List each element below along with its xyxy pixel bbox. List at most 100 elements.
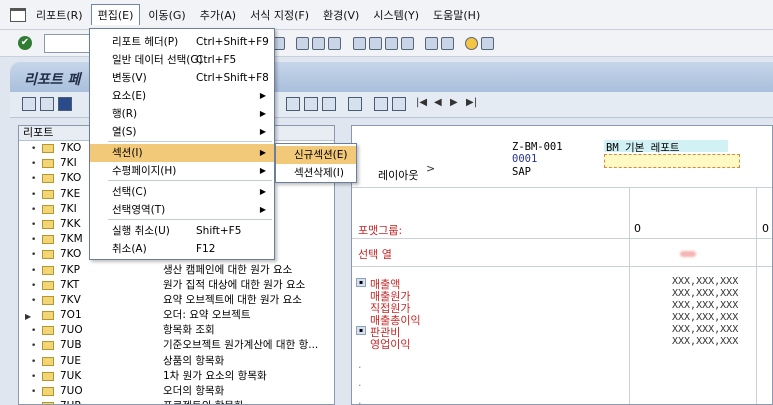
menu-extras[interactable]: 추가(A) <box>194 5 242 25</box>
tree-row[interactable]: ▶ 7O1 오더: 요약 오브젝트 <box>19 308 334 323</box>
menu-item-label: 변동(V) <box>112 72 147 84</box>
row-marker-icon[interactable]: ▪ <box>356 326 366 335</box>
edit-menu-item[interactable]: 리포트 헤더(P) Ctrl+Shift+F9 <box>90 33 274 51</box>
tree-row[interactable]: • 7UB 기준오브젝트 원가계산에 대한 항... <box>19 338 334 353</box>
edit-menu-item[interactable]: 선택영역(T) ▶ <box>90 201 274 219</box>
report-row-value: XXX,XXX,XXX <box>672 300 739 311</box>
folder-icon <box>42 189 54 199</box>
tree-row-code: 7KI <box>60 202 77 215</box>
menu-item-shortcut: Shift+F5 <box>196 225 242 237</box>
folder-icon <box>42 387 54 396</box>
last-page-icon[interactable] <box>401 37 414 50</box>
leaf-icon: • <box>31 174 37 185</box>
edit-menu-item[interactable]: 행(R) ▶ <box>90 105 274 123</box>
tree-row[interactable]: • 7UK 1차 원가 요소의 항목화 <box>19 369 334 384</box>
menu-goto[interactable]: 이동(G) <box>142 5 191 25</box>
menu-system[interactable]: 시스템(Y) <box>367 5 425 25</box>
find-icon[interactable] <box>312 37 325 50</box>
edit-menu-item[interactable]: 요소(E) ▶ <box>90 87 274 105</box>
edit-menu-item[interactable]: 수평페이지(H) ▶ <box>90 162 274 180</box>
tree-row[interactable]: • 7KV 요약 오브젝트에 대한 원가 요소 <box>19 293 334 308</box>
first-icon[interactable]: |◀ <box>416 97 427 108</box>
menu-environment[interactable]: 환경(V) <box>317 5 365 25</box>
edit-menu-item[interactable]: 열(S) ▶ <box>90 123 274 141</box>
menu-report[interactable]: 리포트(R) <box>30 5 89 25</box>
submenu-arrow-icon: ▶ <box>259 187 266 196</box>
edit-menu-item[interactable]: 변동(V) Ctrl+Shift+F8 <box>90 69 274 87</box>
report-row-value: XXX,XXX,XXX <box>672 288 739 299</box>
mover-icon[interactable] <box>286 97 300 111</box>
table-icon[interactable] <box>304 97 318 111</box>
tree-row-desc: 요약 오브젝트에 대한 원가 요소 <box>163 293 302 306</box>
tree-row-desc: 기준오브젝트 원가계산에 대한 항... <box>163 339 319 352</box>
folder-icon <box>42 341 54 351</box>
edit-menu-item[interactable]: 일반 데이터 선택(G) Ctrl+F5 <box>90 51 274 69</box>
leaf-icon: • <box>31 204 37 215</box>
tree-row[interactable]: • 7UP 프로젝트의 항목화 <box>19 399 334 404</box>
submenu-arrow-icon: ▶ <box>259 109 266 118</box>
help-icon[interactable] <box>465 37 478 50</box>
layout-menu-icon[interactable] <box>481 37 494 50</box>
leaf-icon: • <box>31 400 36 404</box>
next-page-icon[interactable] <box>385 37 398 50</box>
tree-row-code: 7KM <box>60 233 83 246</box>
info-icon[interactable] <box>58 97 72 111</box>
menu-edit[interactable]: 편집(E) <box>90 4 141 25</box>
system-menu-icon[interactable] <box>10 7 26 22</box>
tree-row-code: 7KO <box>60 248 82 261</box>
report-row-label: 영업이익 <box>370 338 411 351</box>
header-input-field[interactable] <box>604 154 740 168</box>
folder-icon <box>42 326 54 336</box>
column-divider <box>756 188 757 404</box>
tree-row-code: 7KE <box>60 187 81 200</box>
list-icon[interactable] <box>322 97 336 111</box>
enter-check-icon[interactable]: ✔ <box>18 36 32 50</box>
tree-row-code: 7UO <box>60 324 83 337</box>
last-icon[interactable]: ▶| <box>466 97 477 108</box>
report-row-value: XXX,XXX,XXX <box>672 336 739 347</box>
prev-icon[interactable]: ◀ <box>434 97 442 108</box>
print-preview-icon[interactable] <box>392 97 406 111</box>
edit-menu-item[interactable]: 섹션(I) ▶ <box>90 144 274 162</box>
tree-row[interactable]: • 7KP 생산 캠페인에 대한 원가 요소 <box>19 263 334 278</box>
tree-row-desc: 오더: 요약 오브젝트 <box>163 309 251 322</box>
tree-row[interactable]: • 7UO 항목화 조회 <box>19 323 334 338</box>
tree-row[interactable]: • 7UO 오더의 항목화 <box>19 384 334 399</box>
tree-row[interactable]: • 7KT 원가 집적 대상에 대한 원가 요소 <box>19 278 334 293</box>
leaf-icon: • <box>31 295 37 306</box>
find-next-icon[interactable] <box>328 37 341 50</box>
divider <box>352 238 772 239</box>
submenu-arrow-icon: ▶ <box>259 127 266 136</box>
new-session-icon[interactable] <box>425 37 438 50</box>
menu-format[interactable]: 서식 지정(F) <box>244 5 315 25</box>
edit-menu-item[interactable]: 선택(C) ▶ <box>90 183 274 201</box>
delete-section-item[interactable]: 섹션삭제(I) <box>276 164 356 182</box>
tree-row-code: 7KI <box>60 157 77 170</box>
print-icon[interactable] <box>296 37 309 50</box>
structure-icon[interactable] <box>40 97 54 111</box>
leaf-icon: • <box>31 326 37 337</box>
shortcut-icon[interactable] <box>441 37 454 50</box>
expand-icon[interactable]: ▶ <box>25 309 31 324</box>
new-section-item[interactable]: 신규섹션(E) <box>276 146 356 164</box>
menu-help[interactable]: 도움말(H) <box>427 5 486 25</box>
row-marker-icon[interactable]: ▪ <box>356 278 366 287</box>
tree-row-desc: 원가 집적 대상에 대한 원가 요소 <box>163 278 306 291</box>
save-icon[interactable] <box>374 97 388 111</box>
next-icon[interactable]: ▶ <box>450 97 458 108</box>
menu-item-label: 리포트 헤더(P) <box>112 36 179 48</box>
hierarchy-icon[interactable] <box>22 97 36 111</box>
command-field[interactable] <box>44 34 94 53</box>
leaf-icon: • <box>31 265 37 276</box>
edit-menu-item[interactable]: 취소(A) F12 <box>90 240 274 258</box>
first-page-icon[interactable] <box>353 37 366 50</box>
tree-row[interactable]: • 7UE 상품의 항목화 <box>19 354 334 369</box>
menu-separator <box>108 141 272 142</box>
menu-item-shortcut: Ctrl+Shift+F8 <box>196 72 269 84</box>
prev-page-icon[interactable] <box>369 37 382 50</box>
menu-item-label: 수평페이지(H) <box>112 165 177 177</box>
leaf-icon: • <box>31 219 37 230</box>
tree-row-code: 7KV <box>60 293 81 306</box>
edit-menu-item[interactable]: 실행 취소(U) Shift+F5 <box>90 222 274 240</box>
refresh-icon[interactable] <box>348 97 362 111</box>
